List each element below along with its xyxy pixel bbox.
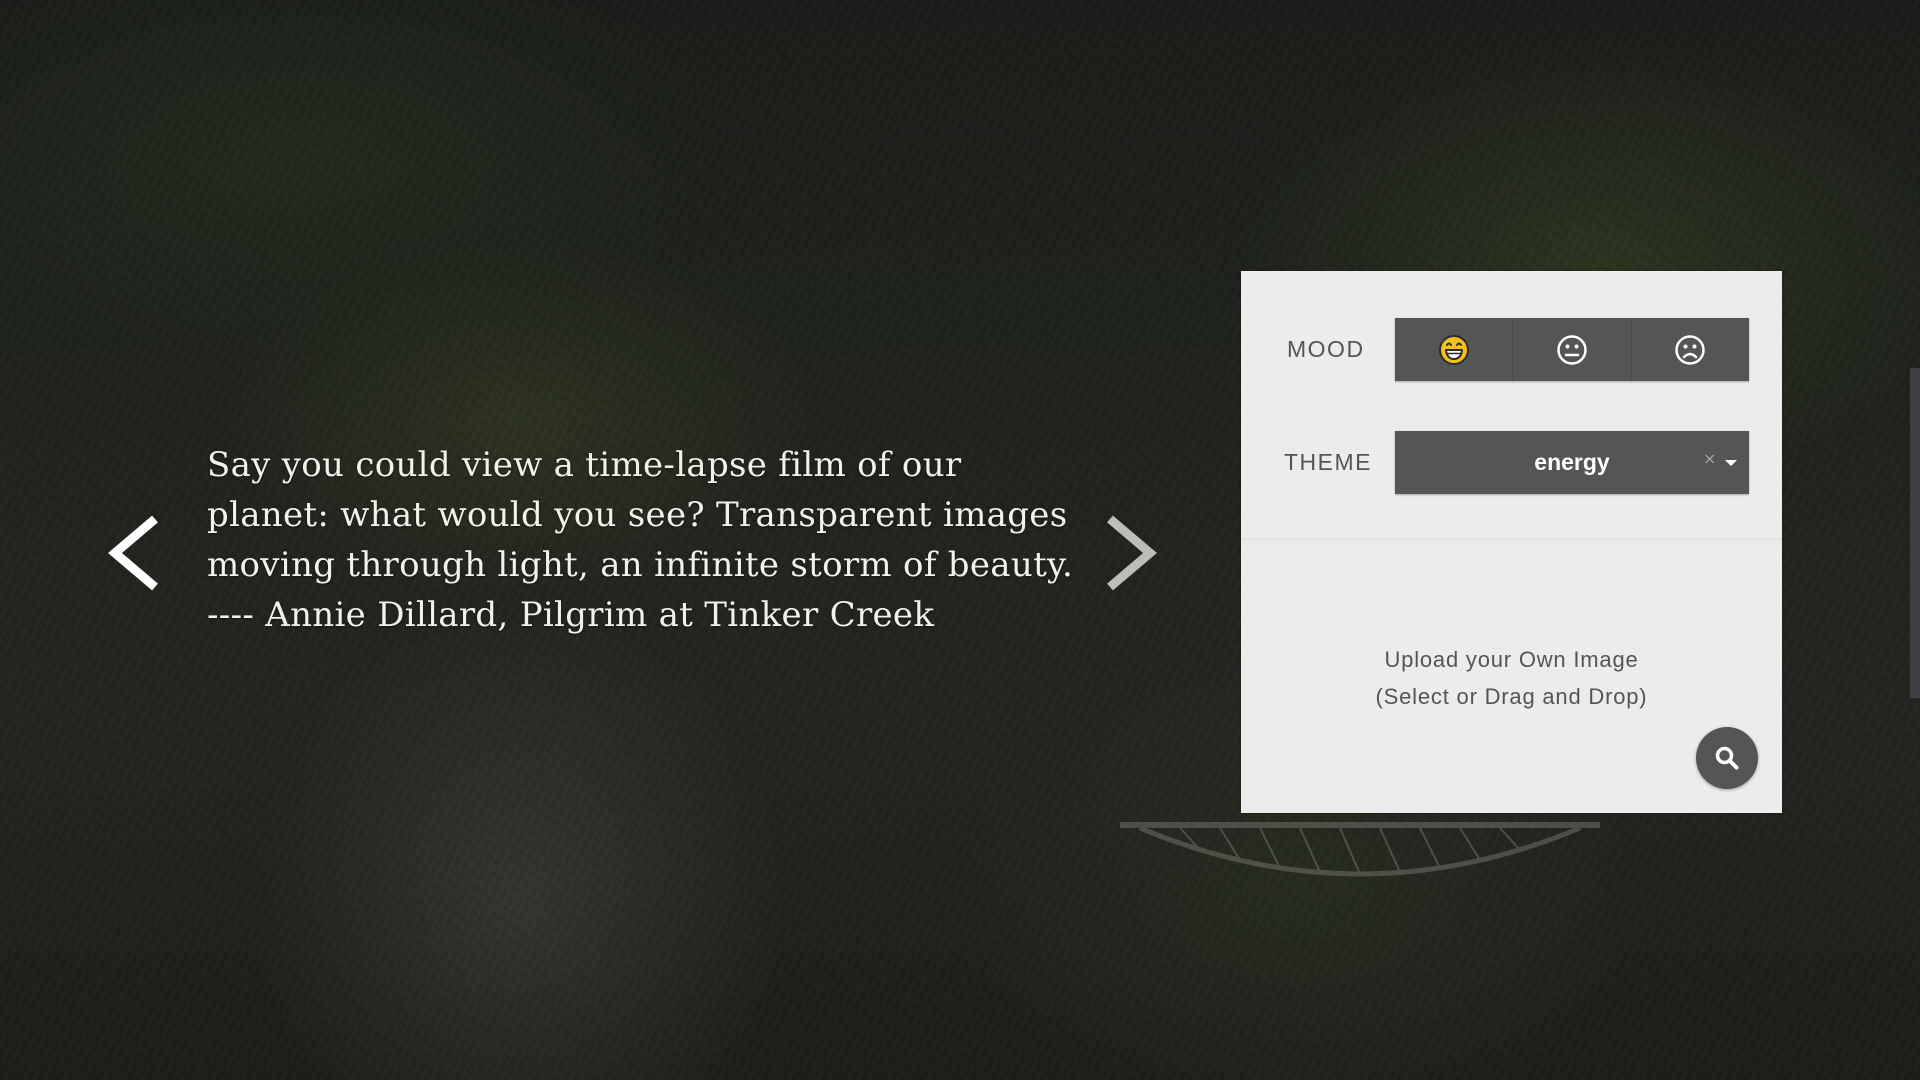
upload-instructions: Upload your Own Image (Select or Drag an…	[1241, 641, 1782, 715]
carousel-prev-button[interactable]	[105, 515, 165, 591]
mood-label: MOOD	[1287, 336, 1365, 362]
upload-title: Upload your Own Image	[1384, 647, 1639, 672]
neutral-face-icon	[1557, 334, 1587, 365]
mood-option-happy[interactable]	[1395, 318, 1514, 381]
search-icon	[1715, 746, 1739, 770]
theme-label: THEME	[1284, 449, 1372, 475]
mood-selector	[1395, 318, 1749, 381]
grinning-face-icon	[1438, 334, 1469, 365]
bridge-silhouette	[1120, 822, 1600, 877]
carousel-next-button[interactable]	[1100, 515, 1160, 591]
chevron-right-icon	[1107, 515, 1157, 591]
upload-hint: (Select or Drag and Drop)	[1375, 684, 1648, 709]
mood-option-neutral[interactable]	[1513, 318, 1632, 381]
clear-icon[interactable]: ×	[1703, 449, 1716, 468]
mood-option-sad[interactable]	[1632, 318, 1749, 381]
page-scrollbar[interactable]	[1910, 368, 1920, 698]
sad-face-icon	[1675, 334, 1706, 365]
chevron-left-icon	[108, 515, 158, 591]
theme-selected-value: energy	[1534, 449, 1610, 475]
search-button[interactable]	[1696, 727, 1758, 789]
theme-select[interactable]: energy ×	[1395, 431, 1749, 494]
page-background: Say you could view a time-lapse film of …	[0, 0, 1920, 1080]
control-panel: MOOD THEME energy × Upload your Own Imag…	[1241, 271, 1782, 813]
quote-text: Say you could view a time-lapse film of …	[207, 445, 1074, 635]
chevron-down-icon[interactable]	[1725, 460, 1737, 466]
